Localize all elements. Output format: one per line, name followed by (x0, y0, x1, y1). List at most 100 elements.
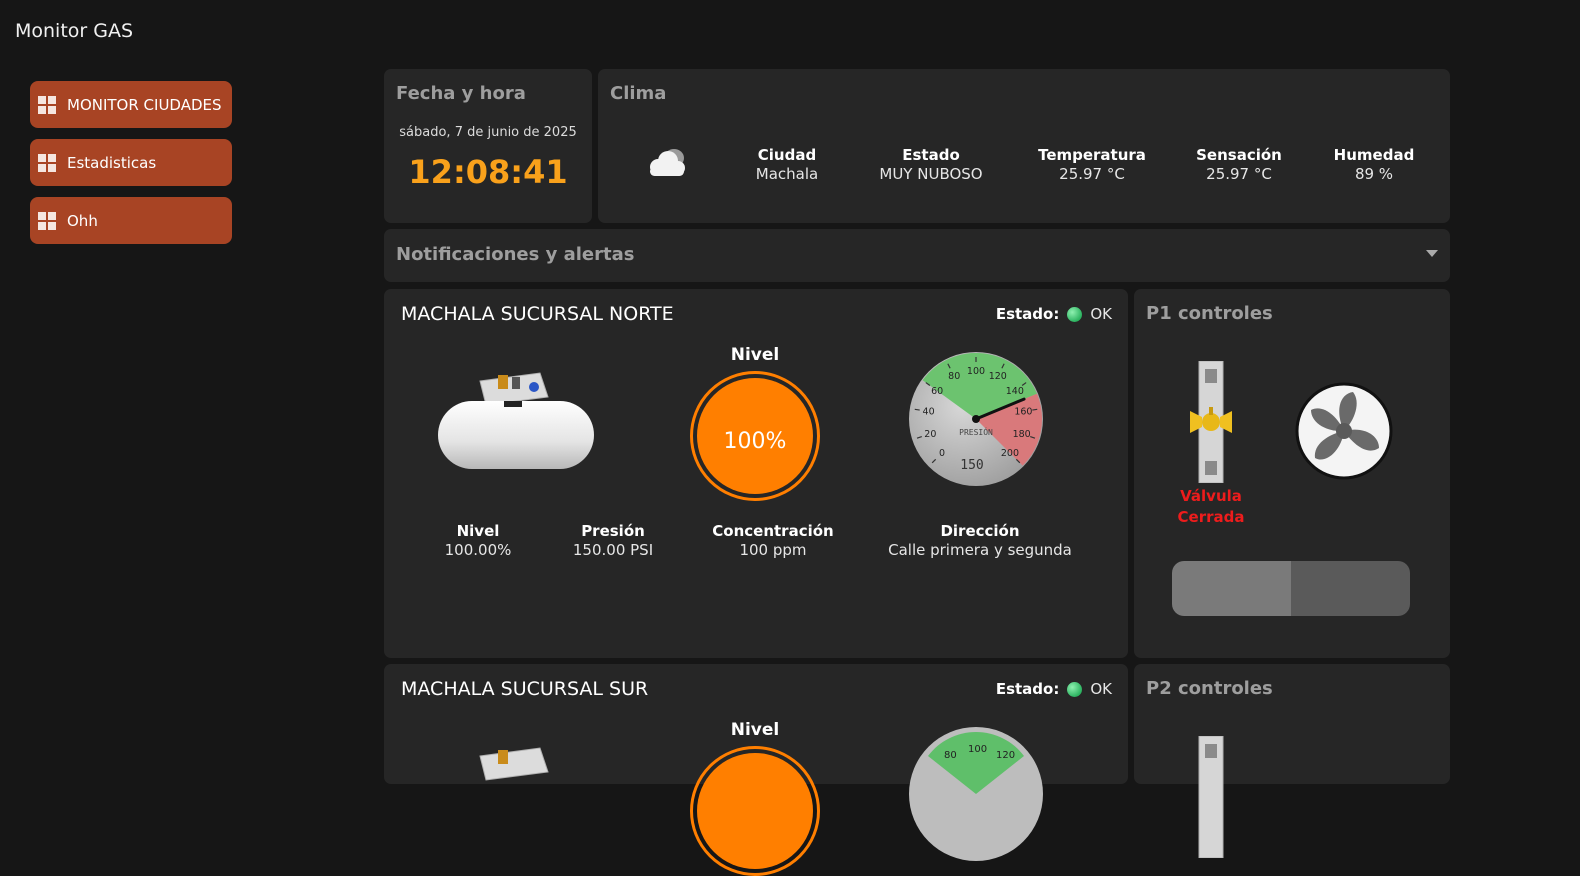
gauge-tick: 160 (1014, 406, 1032, 417)
sidebar-item-estadisticas[interactable]: Estadisticas (30, 139, 232, 186)
dashboard-icon (38, 211, 56, 230)
level-title: Nivel (730, 345, 780, 365)
sidebar: MONITOR CIUDADES Estadisticas Ohh (30, 81, 232, 255)
level-ring: 100% (690, 371, 820, 501)
chevron-down-icon[interactable] (1426, 250, 1438, 257)
status-label: Estado: (995, 680, 1060, 698)
valve-status: Válvula Cerrada (1174, 486, 1248, 528)
app-title: Monitor GAS (15, 20, 134, 42)
sidebar-item-monitor-ciudades[interactable]: MONITOR CIUDADES (30, 81, 232, 128)
gauge-tick: 200 (1001, 448, 1019, 459)
gauge-tick: 120 (989, 371, 1007, 382)
controls-card: P2 controles (1134, 664, 1450, 858)
stat-address: Dirección Calle primera y segunda (888, 522, 1072, 559)
card-title: Notificaciones y alertas (396, 244, 635, 265)
gauge-tick: 100 (968, 744, 987, 755)
site-name: MACHALA SUCURSAL NORTE (401, 303, 674, 325)
valve-status-line2: Cerrada (1177, 508, 1245, 526)
stat-pressure-label: Presión (581, 522, 645, 540)
site-card: MACHALA SUCURSAL SUR Estado: OK Nivel 80… (384, 664, 1128, 876)
card-title: Fecha y hora (396, 83, 526, 104)
gauge-tick: 20 (924, 429, 936, 440)
sidebar-item-label: MONITOR CIUDADES (67, 95, 222, 114)
valve-icon[interactable] (1190, 736, 1232, 858)
pressure-gauge: 80 100 120 (909, 727, 1043, 861)
weather-state-value: MUY NUBOSO (879, 165, 983, 183)
date-time-card: Fecha y hora sábado, 7 de junio de 2025 … (384, 69, 592, 223)
valve-status-line1: Válvula (1180, 487, 1242, 505)
level-indicator: Nivel (690, 720, 820, 876)
level-percent: 100% (697, 378, 813, 494)
card-title: P1 controles (1146, 303, 1273, 324)
status-value: OK (1090, 680, 1112, 698)
gauge-tick: 80 (944, 750, 957, 761)
dashboard-icon (38, 153, 56, 172)
sidebar-item-label: Estadisticas (67, 153, 157, 172)
fan-icon[interactable] (1295, 382, 1393, 480)
weather-card: Clima Ciudad Machala Estado MUY NUBOSO T… (598, 69, 1450, 223)
weather-city-label: Ciudad (757, 146, 817, 164)
pressure-gauge: 020 40 60 80 100 120 140 160 180 200 PRESIÓN 150 (909, 352, 1043, 486)
stat-level-label: Nivel (456, 522, 500, 540)
valve-icon[interactable] (1190, 361, 1232, 483)
weather-feels-like: Sensación 25.97 °C (1196, 146, 1282, 183)
controls-card: P1 controles Válvula Cerrada (1134, 289, 1450, 658)
gauge-value: 150 (960, 458, 983, 473)
sidebar-item-ohh[interactable]: Ohh (30, 197, 232, 244)
gauge-label: PRESIÓN (959, 426, 993, 437)
level-indicator: Nivel 100% (690, 345, 820, 501)
gauge-tick: 140 (1006, 386, 1024, 397)
status-badge: Estado: OK (996, 305, 1112, 323)
gauge-tick: 180 (1013, 429, 1031, 440)
toggle-option-on[interactable] (1291, 561, 1410, 616)
current-date: sábado, 7 de junio de 2025 (399, 125, 577, 140)
stat-address-value: Calle primera y segunda (888, 541, 1072, 559)
weather-feels-like-label: Sensación (1196, 146, 1282, 164)
gas-tank-icon (438, 372, 594, 469)
level-ring (690, 746, 820, 876)
stat-pressure-value: 150.00 PSI (572, 541, 654, 559)
dashboard-icon (38, 95, 56, 114)
gauge-tick: 40 (923, 406, 935, 417)
sidebar-item-label: Ohh (67, 211, 98, 230)
weather-temperature: Temperatura 25.97 °C (1038, 146, 1146, 183)
weather-humidity: Humedad 89 % (1334, 146, 1415, 183)
toggle-option-off[interactable] (1172, 561, 1291, 616)
status-label: Estado: (995, 305, 1060, 323)
gauge-tick: 60 (931, 386, 943, 397)
status-badge: Estado: OK (996, 680, 1112, 698)
status-ok-icon (1067, 681, 1083, 697)
weather-feels-like-value: 25.97 °C (1206, 165, 1272, 183)
stat-concentration-value: 100 ppm (739, 541, 807, 559)
stat-pressure: Presión 150.00 PSI (573, 522, 653, 559)
weather-temperature-label: Temperatura (1038, 146, 1146, 164)
notifications-panel[interactable]: Notificaciones y alertas (384, 229, 1450, 282)
stat-level-value: 100.00% (444, 541, 512, 559)
status-ok-icon (1067, 306, 1083, 322)
gauge-tick: 0 (939, 448, 945, 459)
weather-state: Estado MUY NUBOSO (879, 146, 982, 183)
stat-concentration: Concentración 100 ppm (712, 522, 833, 559)
cloud-icon (650, 149, 685, 176)
stat-concentration-label: Concentración (712, 522, 834, 540)
gauge-tick: 100 (967, 366, 985, 377)
weather-city: Ciudad Machala (756, 146, 818, 183)
level-title: Nivel (730, 720, 780, 740)
weather-city-value: Machala (755, 165, 819, 183)
current-time: 12:08:41 (408, 153, 568, 191)
stat-level: Nivel 100.00% (445, 522, 512, 559)
gauge-tick: 120 (996, 750, 1015, 761)
gas-tank-icon (479, 747, 549, 781)
weather-state-label: Estado (902, 146, 960, 164)
card-title: P2 controles (1146, 678, 1273, 699)
valve-toggle-switch[interactable] (1172, 561, 1410, 616)
card-title: Clima (610, 83, 667, 104)
site-card: MACHALA SUCURSAL NORTE Estado: OK Nivel … (384, 289, 1128, 658)
status-value: OK (1090, 305, 1112, 323)
gauge-tick-mark (1032, 408, 1038, 411)
site-name: MACHALA SUCURSAL SUR (401, 678, 649, 700)
weather-humidity-value: 89 % (1354, 165, 1394, 183)
stat-address-label: Dirección (940, 522, 1020, 540)
gauge-tick: 80 (948, 371, 960, 382)
gauge-tick-mark (914, 408, 920, 411)
